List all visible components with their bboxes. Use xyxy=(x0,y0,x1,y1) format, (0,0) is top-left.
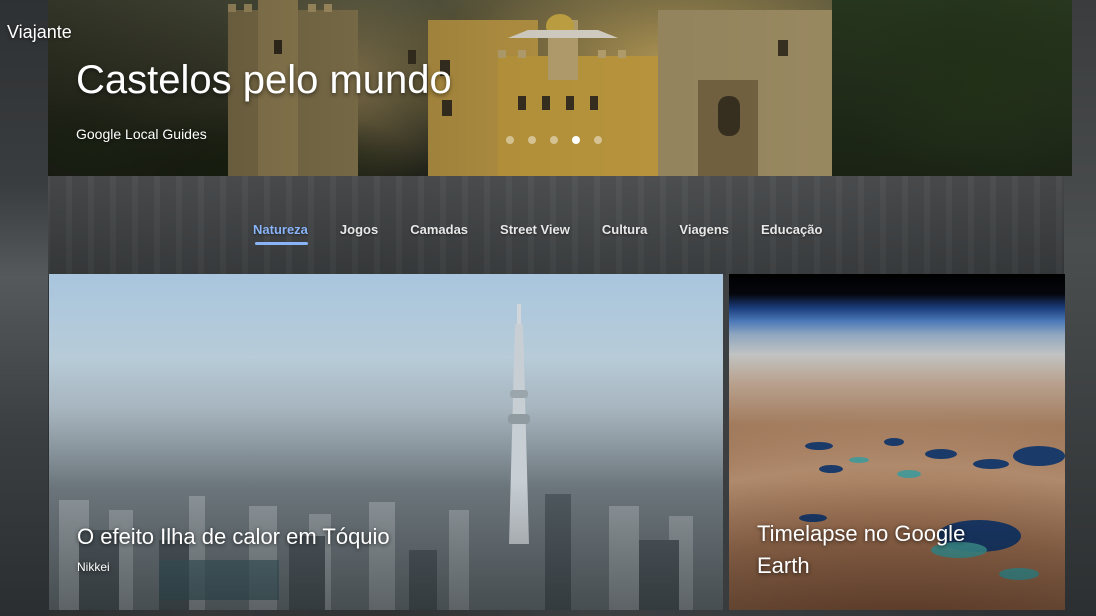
card-title: Timelapse no Google Earth xyxy=(757,521,966,578)
carousel-dot[interactable] xyxy=(506,136,514,144)
carousel-dot[interactable] xyxy=(528,136,536,144)
carousel-dot-active[interactable] xyxy=(572,136,580,144)
carousel-dot[interactable] xyxy=(594,136,602,144)
hero-banner[interactable]: Castelos pelo mundo Google Local Guides xyxy=(48,0,1072,176)
app-title: Viajante xyxy=(7,22,72,42)
carousel-dot[interactable] xyxy=(550,136,558,144)
carousel-dots xyxy=(506,136,602,144)
tab-street-view[interactable]: Street View xyxy=(500,222,570,245)
card-title: O efeito Ilha de calor em Tóquio xyxy=(77,524,390,549)
story-card-tokyo[interactable]: O efeito Ilha de calor em Tóquio Nikkei xyxy=(49,274,723,610)
hero-subtitle: Google Local Guides xyxy=(76,126,207,142)
card-source: Nikkei xyxy=(77,560,110,574)
story-card-timelapse[interactable]: Timelapse no Google Earth xyxy=(729,274,1065,610)
tab-natureza[interactable]: Natureza xyxy=(253,222,308,245)
viajante-screen: Viajante Castelos pelo mundo Google Loca… xyxy=(0,0,1096,616)
tab-jogos[interactable]: Jogos xyxy=(340,222,378,245)
tab-camadas[interactable]: Camadas xyxy=(410,222,468,245)
category-tabs: Natureza Jogos Camadas Street View Cultu… xyxy=(253,222,854,245)
hero-title: Castelos pelo mundo xyxy=(76,58,452,102)
tab-cultura[interactable]: Cultura xyxy=(602,222,648,245)
tab-viagens[interactable]: Viagens xyxy=(679,222,729,245)
tab-educacao[interactable]: Educação xyxy=(761,222,822,245)
background-left-edge xyxy=(0,0,48,616)
